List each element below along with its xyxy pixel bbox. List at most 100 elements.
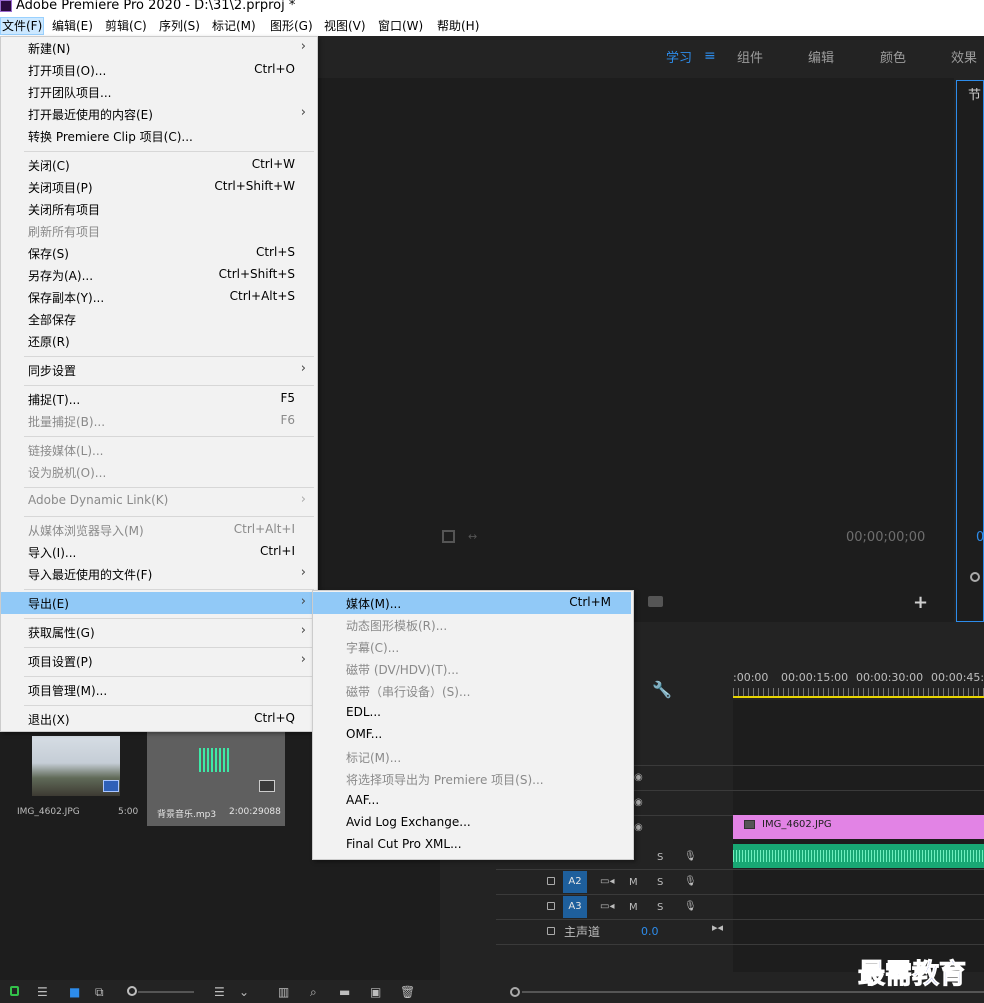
- lock-icon[interactable]: [547, 877, 555, 885]
- lock-icon[interactable]: [547, 927, 555, 935]
- add-button-icon[interactable]: +: [913, 592, 928, 613]
- workspace-tab-learning[interactable]: 学习: [666, 47, 692, 66]
- workspace-tab-effects[interactable]: 效果: [951, 47, 977, 66]
- chevron-right-icon: ›: [300, 623, 306, 638]
- eye-icon[interactable]: ◉: [634, 797, 643, 808]
- thumbnail-zoom-knob[interactable]: [127, 986, 137, 996]
- chevron-down-icon[interactable]: ⌄: [239, 985, 249, 999]
- file-menu-item: 刷新所有项目: [1, 220, 315, 242]
- master-track-value[interactable]: 0.0: [641, 925, 659, 938]
- go-to-end-icon[interactable]: ▸◂: [712, 921, 723, 934]
- file-menu-item[interactable]: 退出(X) Ctrl+Q: [1, 708, 315, 730]
- search-icon[interactable]: ⌕: [310, 985, 317, 1000]
- write-lock-icon[interactable]: [10, 986, 19, 996]
- freeform-view-icon[interactable]: ⧉: [95, 985, 104, 1000]
- new-item-icon[interactable]: ▣: [370, 985, 381, 999]
- export-frame-camera-icon[interactable]: [648, 596, 663, 607]
- lock-icon[interactable]: [547, 902, 555, 910]
- export-menu-item[interactable]: EDL...: [313, 702, 631, 724]
- solo-button[interactable]: S: [657, 902, 663, 913]
- voiceover-icon[interactable]: ▭◂: [600, 901, 614, 912]
- file-menu-item[interactable]: 打开最近使用的内容(E) ›: [1, 103, 315, 125]
- mute-button[interactable]: M: [629, 902, 638, 913]
- workspace-tab-editing[interactable]: 编辑: [808, 47, 834, 66]
- thumbnail-zoom-slider[interactable]: [138, 991, 194, 993]
- menu-separator: [24, 516, 314, 517]
- menu-separator: [24, 647, 314, 648]
- menu-view[interactable]: 视图(V): [323, 17, 367, 35]
- menu-item-label: 将选择项导出为 Premiere 项目(S)...: [346, 773, 544, 787]
- program-timecode[interactable]: 00;00;00;00: [846, 530, 925, 545]
- microphone-icon[interactable]: 🎙: [684, 851, 697, 862]
- export-menu-item[interactable]: 媒体(M)... Ctrl+M: [313, 592, 631, 614]
- menu-graphics[interactable]: 图形(G): [269, 17, 314, 35]
- file-menu-item[interactable]: 还原(R): [1, 330, 315, 352]
- menu-item-label: OMF...: [346, 727, 383, 741]
- file-menu-item[interactable]: 保存(S) Ctrl+S: [1, 242, 315, 264]
- file-menu-item[interactable]: 关闭项目(P) Ctrl+Shift+W: [1, 176, 315, 198]
- menu-item-shortcut: Ctrl+Shift+S: [218, 267, 295, 281]
- timeline-zoom-knob[interactable]: [510, 987, 520, 997]
- menu-item-label: 磁带 (DV/HDV)(T)...: [346, 663, 459, 677]
- microphone-icon[interactable]: 🎙: [684, 876, 697, 887]
- file-menu-item[interactable]: 项目管理(M)...: [1, 679, 315, 701]
- automate-to-sequence-icon[interactable]: ▥: [278, 985, 289, 999]
- file-menu-item[interactable]: 关闭所有项目: [1, 198, 315, 220]
- file-menu-item[interactable]: 打开项目(O)... Ctrl+O: [1, 59, 315, 81]
- file-menu-item[interactable]: 关闭(C) Ctrl+W: [1, 154, 315, 176]
- file-menu-item[interactable]: 导入最近使用的文件(F) ›: [1, 563, 315, 585]
- file-menu-item[interactable]: 导入(I)... Ctrl+I: [1, 541, 315, 563]
- menu-window[interactable]: 窗口(W): [377, 17, 424, 35]
- export-menu-item: 磁带（串行设备）(S)...: [313, 680, 631, 702]
- title-bar: Adobe Premiere Pro 2020 - D:\31\2.prproj…: [0, 0, 984, 16]
- eye-icon[interactable]: ◉: [634, 772, 643, 783]
- menu-sequence[interactable]: 序列(S): [158, 17, 201, 35]
- menu-clip[interactable]: 剪辑(C): [104, 17, 148, 35]
- solo-button[interactable]: S: [657, 877, 663, 888]
- track-a3-label[interactable]: A3: [563, 896, 587, 918]
- sort-icons-icon[interactable]: ☰: [214, 985, 225, 999]
- track-a2-label[interactable]: A2: [563, 871, 587, 893]
- timeline-scrollbar[interactable]: [522, 991, 984, 993]
- trash-icon[interactable]: 🗑: [400, 985, 415, 999]
- workspace-tab-assembly[interactable]: 组件: [737, 47, 763, 66]
- export-menu-item: 磁带 (DV/HDV)(T)...: [313, 658, 631, 680]
- mute-button[interactable]: M: [629, 877, 638, 888]
- voiceover-icon[interactable]: ▭◂: [600, 876, 614, 887]
- file-menu-item[interactable]: 全部保存: [1, 308, 315, 330]
- microphone-icon[interactable]: 🎙: [684, 901, 697, 912]
- export-menu-item[interactable]: AAF...: [313, 790, 631, 812]
- solo-button[interactable]: S: [657, 852, 663, 863]
- file-menu-item[interactable]: 同步设置 ›: [1, 359, 315, 381]
- file-menu-item[interactable]: 另存为(A)... Ctrl+Shift+S: [1, 264, 315, 286]
- zoom-knob-icon[interactable]: [970, 572, 980, 582]
- menu-help[interactable]: 帮助(H): [436, 17, 480, 35]
- icon-view-icon[interactable]: ■: [69, 985, 80, 999]
- file-menu-item[interactable]: 转换 Premiere Clip 项目(C)...: [1, 125, 315, 147]
- list-view-icon[interactable]: ☰: [37, 985, 48, 999]
- watermark-logo: 最需教育: [858, 959, 967, 991]
- export-menu-item[interactable]: Final Cut Pro XML...: [313, 834, 631, 856]
- file-menu-item[interactable]: 打开团队项目...: [1, 81, 315, 103]
- menu-item-label: 设为脱机(O)...: [28, 466, 107, 480]
- file-menu-item[interactable]: 保存副本(Y)... Ctrl+Alt+S: [1, 286, 315, 308]
- file-menu-item[interactable]: 新建(N) ›: [1, 37, 315, 59]
- file-menu-item[interactable]: 导出(E) ›: [1, 592, 315, 614]
- file-menu-item[interactable]: 捕捉(T)... F5: [1, 388, 315, 410]
- safe-margins-icon[interactable]: [442, 530, 455, 543]
- eye-icon[interactable]: ◉: [634, 822, 643, 833]
- wrench-icon[interactable]: 🔧: [652, 680, 672, 699]
- workspace-tab-color[interactable]: 颜色: [880, 47, 906, 66]
- menu-item-label: 获取属性(G): [28, 626, 95, 640]
- workspace-menu-icon[interactable]: ≡: [704, 48, 716, 64]
- export-menu-item[interactable]: OMF...: [313, 724, 631, 746]
- file-menu-item[interactable]: 获取属性(G) ›: [1, 621, 315, 643]
- menu-marker[interactable]: 标记(M): [211, 17, 257, 35]
- work-area-bar[interactable]: [733, 696, 984, 698]
- export-menu-item[interactable]: Avid Log Exchange...: [313, 812, 631, 834]
- menu-edit[interactable]: 编辑(E): [51, 17, 94, 35]
- menu-file[interactable]: 文件(F): [0, 17, 45, 35]
- file-menu-item[interactable]: 项目设置(P) ›: [1, 650, 315, 672]
- insert-edit-icon[interactable]: ↔: [468, 530, 477, 543]
- new-bin-icon[interactable]: ▬: [339, 985, 350, 999]
